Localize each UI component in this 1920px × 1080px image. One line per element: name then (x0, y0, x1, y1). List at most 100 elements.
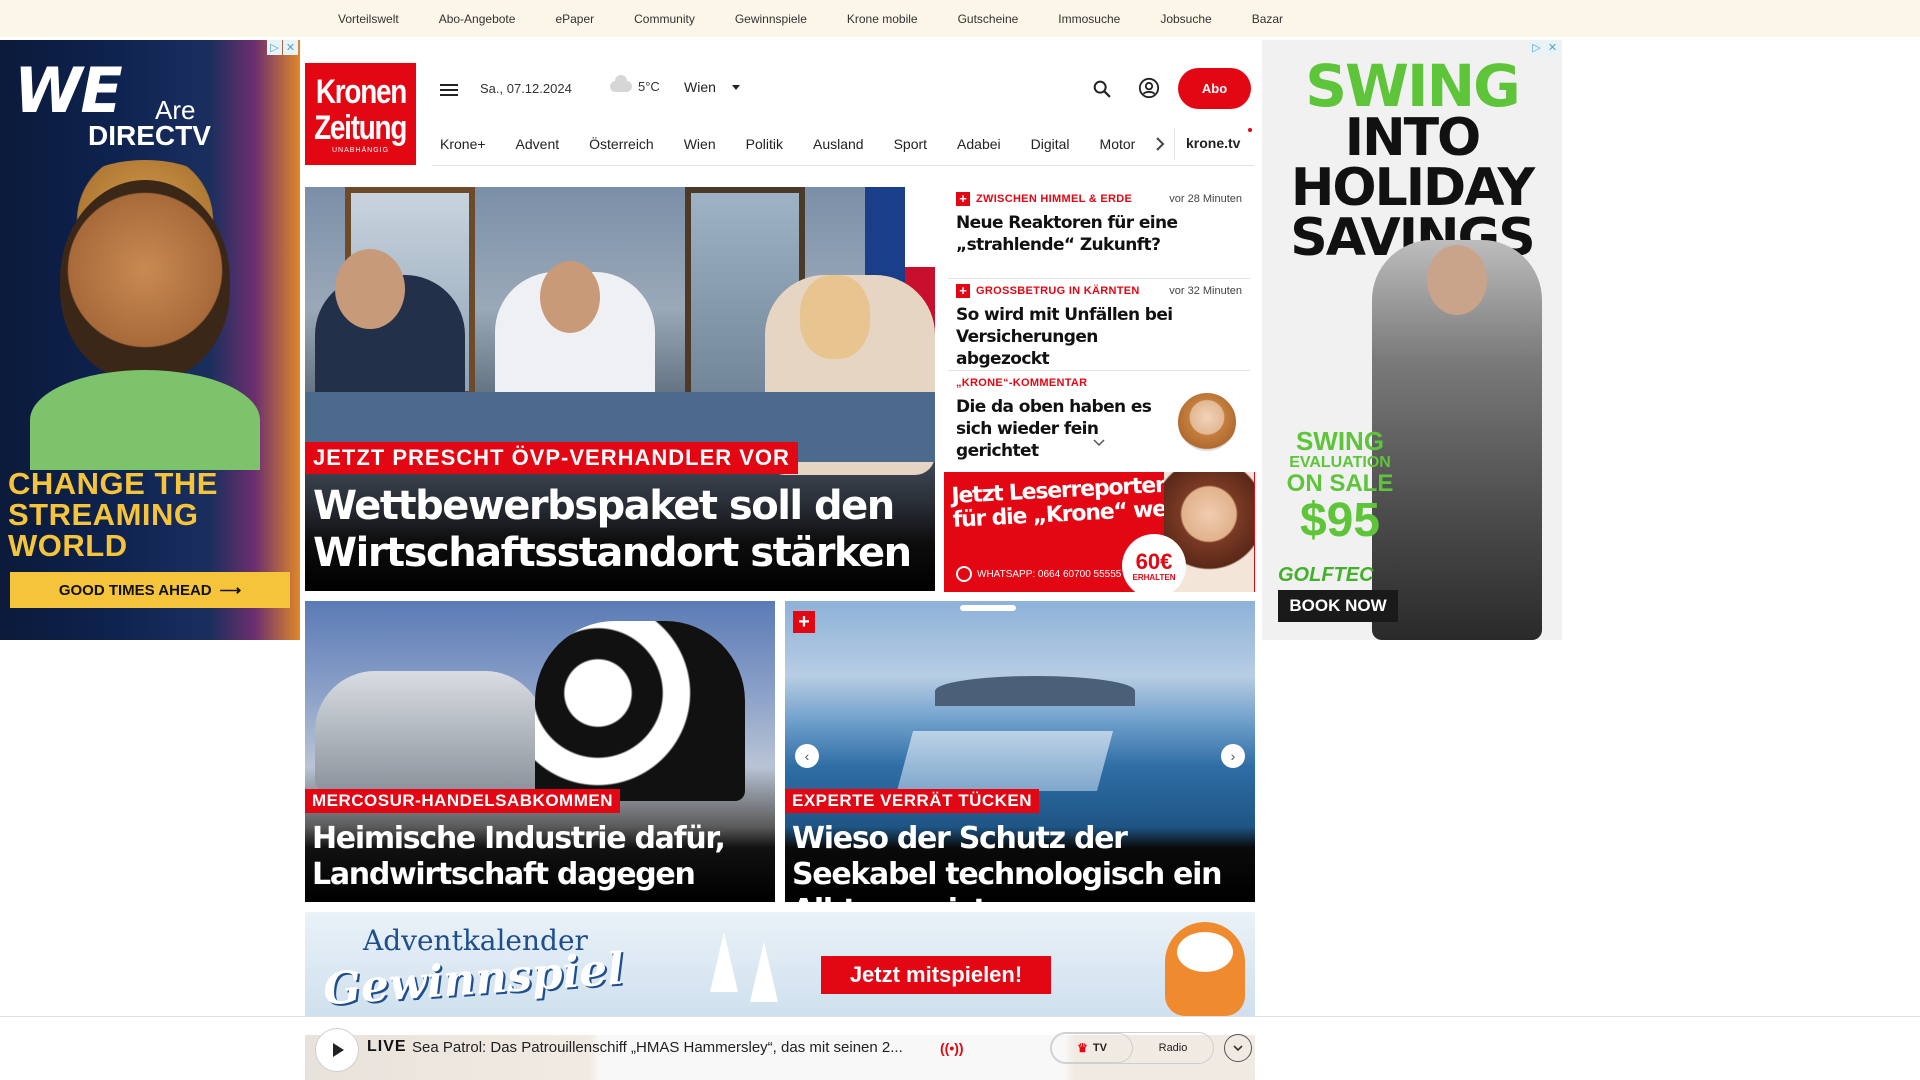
news-title: Die da oben haben es sich wieder fein ge… (956, 397, 1152, 461)
ad-golftec[interactable]: ▷ ✕ SWING INTO HOLIDAY SAVINGS SWING EVA… (1262, 40, 1562, 640)
ad-tagline: CHANGE THE STREAMING WORLD (8, 466, 218, 563)
top-utility-bar: Vorteilswelt Abo-Angebote ePaper Community G… (0, 0, 1920, 37)
hero-image-head (540, 261, 600, 333)
news-timestamp: vor 32 Minuten (1169, 284, 1242, 297)
nav-divider (1174, 128, 1175, 160)
nav-item[interactable]: Advent (508, 136, 572, 152)
chevron-down-icon[interactable] (1092, 436, 1106, 450)
current-date: Sa., 07.12.2024 (480, 81, 572, 96)
nav-item-krone-tv[interactable]: krone.tv (1186, 135, 1240, 151)
utility-link[interactable]: Vorteilswelt (318, 12, 419, 26)
utility-link[interactable]: Gutscheine (938, 12, 1039, 26)
tree-icon (710, 932, 738, 992)
ad-price: $95 (1299, 494, 1381, 547)
whatsapp-icon (956, 566, 972, 582)
card-kicker: EXPERTE VERRÄT TÜCKEN (785, 789, 1040, 813)
whatsapp-contact: WHATSAPP: 0664 60700 55555 (956, 566, 1121, 582)
radio-toggle-button[interactable]: Radio (1133, 1033, 1213, 1063)
fox-mascot-face (1177, 932, 1233, 972)
ad-model-shirt (30, 370, 260, 470)
ad-headline-we: WE (14, 54, 123, 127)
live-indicator-dot (1248, 128, 1252, 132)
tree-icon (750, 942, 778, 1002)
temperature: 5°C (638, 79, 660, 94)
search-icon[interactable] (1091, 78, 1113, 100)
nav-item[interactable]: Adabei (949, 136, 1013, 152)
article-card-carousel[interactable]: + ‹ › EXPERTE VERRÄT TÜCKEN Wieso der Sc… (785, 601, 1255, 902)
menu-icon[interactable] (440, 78, 464, 102)
carousel-prev-button[interactable]: ‹ (795, 744, 819, 768)
ad-brand: GOLFTEC (1278, 564, 1374, 586)
tv-toggle-label: TV (1092, 1042, 1107, 1054)
news-teaser[interactable]: + GROSSBETRUG IN KÄRNTEN vor 32 Minuten … (948, 279, 1250, 371)
nav-item[interactable]: Politik (738, 136, 795, 152)
kronen-zeitung-logo[interactable]: Kronen Zeitung UNABHÄNGIG (305, 63, 416, 165)
ad-close-icon[interactable]: ✕ (283, 40, 298, 55)
advent-cta-button[interactable]: Jetzt mitspielen! (821, 956, 1051, 994)
chevron-down-icon (731, 84, 740, 90)
article-card[interactable]: MERCOSUR-HANDELSABKOMMEN Heimische Indus… (305, 601, 775, 902)
live-program-title: Sea Patrol: Das Patrouillenschiff „HMAS … (412, 1039, 903, 1056)
reward-label: ERHALTEN (1132, 572, 1176, 582)
city-selector[interactable]: Wien (684, 79, 740, 95)
ad-model-face (60, 180, 230, 380)
card-title: Heimische Industrie dafür, Landwirtschaf… (312, 821, 726, 892)
author-avatar (1176, 391, 1238, 453)
ad-info-icon[interactable]: ▷ (267, 40, 282, 55)
utility-link[interactable]: Immosuche (1038, 12, 1140, 26)
tv-toggle-button[interactable]: ♛ TV (1051, 1033, 1133, 1063)
abo-button[interactable]: Abo (1178, 68, 1251, 109)
ad-cta-button[interactable]: GOOD TIMES AHEAD ⟶ (10, 572, 290, 608)
krone-plus-icon: + (956, 191, 970, 206)
utility-link[interactable]: Community (614, 12, 715, 26)
nav-item[interactable]: Krone+ (432, 136, 498, 152)
carousel-next-button[interactable]: › (1221, 744, 1245, 768)
hero-image-head (335, 249, 405, 329)
hero-image-head (800, 275, 870, 359)
reward-amount: 60€ (1135, 548, 1173, 574)
news-teaser-list: + ZWISCHEN HIMMEL & ERDE vor 28 Minuten … (948, 187, 1250, 461)
utility-link[interactable]: Bazar (1232, 12, 1303, 26)
nav-item[interactable]: Österreich (581, 136, 666, 152)
news-kicker: ZWISCHEN HIMMEL & ERDE (976, 192, 1133, 205)
chevron-down-icon (1233, 1045, 1243, 1052)
hero-article[interactable]: JETZT PRESCHT ÖVP-VERHANDLER VOR Wettbew… (305, 187, 935, 591)
news-timestamp: vor 28 Minuten (1169, 192, 1242, 205)
ad-badges: ▷ ✕ (267, 40, 298, 55)
weather-widget: 5°C (610, 75, 660, 94)
ad-cta-label: GOOD TIMES AHEAD (58, 581, 212, 599)
nav-item[interactable]: Motor (1092, 136, 1142, 152)
leserreporter-banner[interactable]: Jetzt Leserreporter für die „Krone“ werd… (944, 472, 1255, 592)
utility-link[interactable]: ePaper (535, 12, 614, 26)
card-image-island (935, 676, 1135, 706)
player-expand-button[interactable] (1224, 1034, 1252, 1062)
nav-items: Krone+ Advent Österreich Wien Politik Ausland… (432, 136, 1142, 152)
utility-links: Vorteilswelt Abo-Angebote ePaper Community G… (318, 0, 1303, 37)
advent-gewinnspiel-banner[interactable]: Adventkalender Gewinnspiel Jetzt mitspie… (305, 912, 1255, 1016)
news-kicker: GROSSBETRUG IN KÄRNTEN (976, 284, 1140, 297)
ad-book-now-button[interactable]: BOOK NOW (1278, 590, 1398, 622)
nav-item[interactable]: Ausland (805, 136, 876, 152)
nav-item[interactable]: Wien (676, 136, 728, 152)
nav-item[interactable]: Sport (886, 136, 939, 152)
utility-link[interactable]: Gewinnspiele (715, 12, 827, 26)
chevron-right-icon[interactable] (1150, 134, 1170, 154)
utility-link[interactable]: Krone mobile (827, 12, 938, 26)
radio-toggle-label: Radio (1158, 1042, 1188, 1054)
logo-line3: UNABHÄNGIG (331, 147, 390, 154)
news-teaser[interactable]: + ZWISCHEN HIMMEL & ERDE vor 28 Minuten … (948, 187, 1250, 279)
play-button[interactable] (315, 1028, 359, 1072)
cloud-icon (610, 75, 632, 92)
reward-badge: 60€ ERHALTEN (1122, 534, 1186, 592)
carousel-indicator (960, 605, 1016, 611)
utility-link[interactable]: Abo-Angebote (419, 12, 536, 26)
hero-kicker: JETZT PRESCHT ÖVP-VERHANDLER VOR (305, 442, 798, 474)
card-kicker: MERCOSUR-HANDELSABKOMMEN (305, 789, 620, 813)
krone-plus-icon: + (956, 283, 970, 298)
nav-item[interactable]: Digital (1023, 136, 1082, 152)
user-account-icon[interactable] (1138, 77, 1160, 99)
ad-directv[interactable]: ▷ ✕ WE Are DIRECTV CHANGE THE STREAMING … (0, 40, 300, 640)
krone-plus-icon: + (793, 611, 815, 633)
card-image-car (315, 671, 545, 791)
utility-link[interactable]: Jobsuche (1140, 12, 1231, 26)
